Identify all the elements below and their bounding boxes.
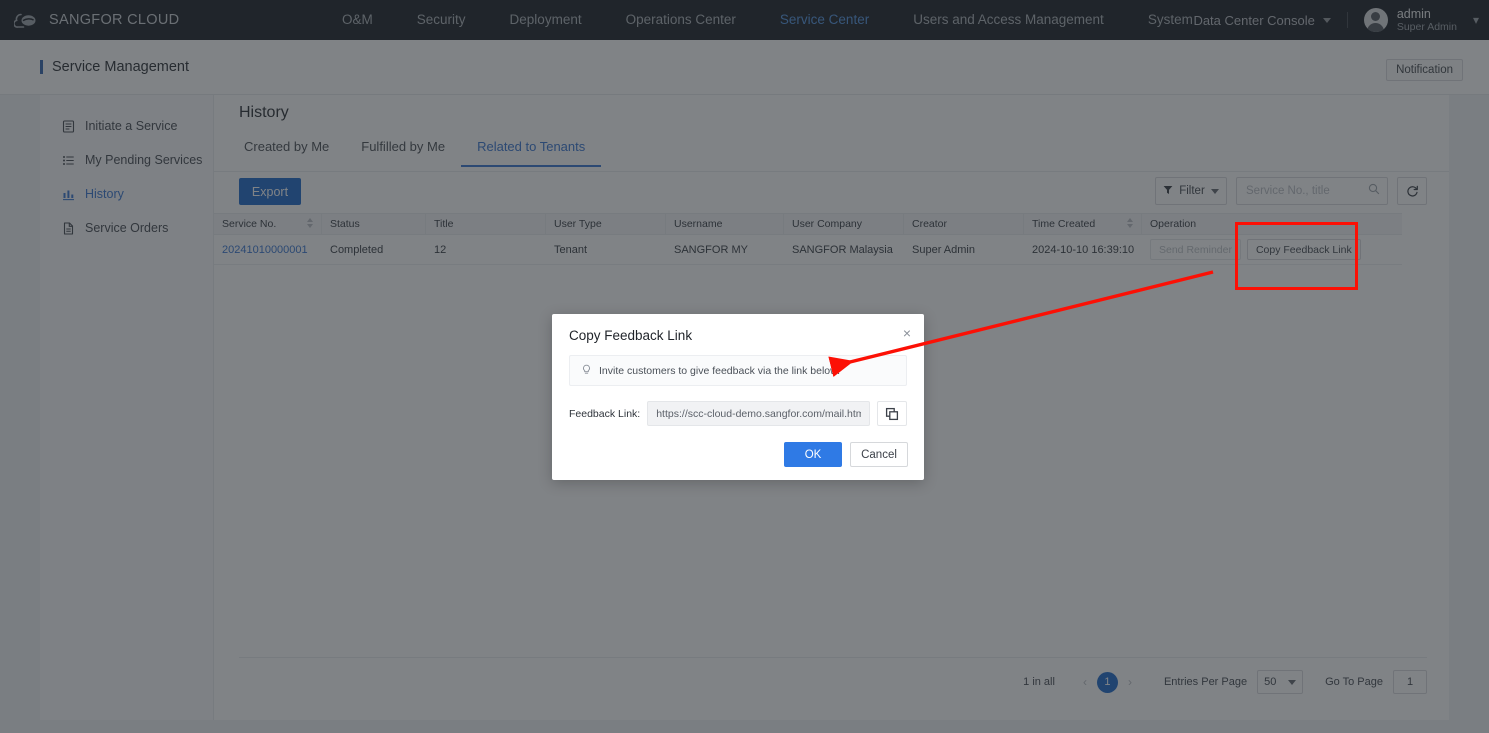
ok-button[interactable]: OK <box>784 442 842 467</box>
dialog-hint: Invite customers to give feedback via th… <box>569 355 907 386</box>
copy-feedback-link-dialog: Copy Feedback Link × Invite customers to… <box>552 314 924 480</box>
copy-icon[interactable] <box>877 401 907 426</box>
dialog-hint-text: Invite customers to give feedback via th… <box>599 364 841 377</box>
feedback-link-input[interactable] <box>647 401 870 426</box>
feedback-link-row: Feedback Link: <box>569 401 907 426</box>
dialog-footer: OK Cancel <box>784 442 908 467</box>
feedback-link-label: Feedback Link: <box>569 407 641 420</box>
app-root: SANGFOR CLOUD O&M Security Deployment Op… <box>0 0 1489 733</box>
bulb-icon <box>581 364 592 378</box>
cancel-button[interactable]: Cancel <box>850 442 908 467</box>
dialog-title: Copy Feedback Link <box>569 328 693 343</box>
close-icon[interactable]: × <box>903 326 911 340</box>
